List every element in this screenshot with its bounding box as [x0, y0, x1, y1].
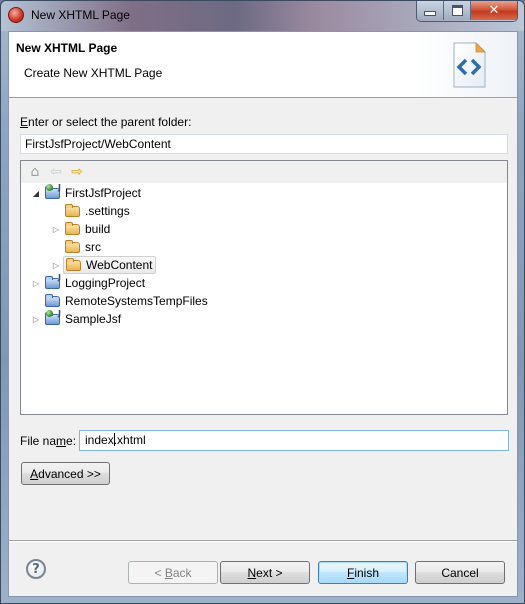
tree-item-label: SampleJsf [65, 312, 122, 326]
web-project-icon: J [45, 183, 61, 200]
close-icon: ✕ [488, 3, 500, 18]
wizard-description: Create New XHTML Page [24, 66, 163, 80]
next-button[interactable]: Next > [220, 561, 310, 584]
title-bar[interactable]: New XHTML Page ✕ [1, 1, 524, 31]
close-button[interactable]: ✕ [471, 1, 517, 20]
tree-item-src[interactable]: src [51, 238, 101, 256]
collapsed-twisty-icon[interactable]: ▷ [31, 279, 41, 288]
back-button[interactable]: < Back [128, 561, 218, 584]
minimize-button[interactable] [417, 1, 444, 20]
selected-item-highlight: WebContent [63, 256, 156, 274]
tree-item-label: WebContent [86, 258, 153, 272]
wizard-title: New XHTML Page [16, 41, 118, 55]
cancel-button[interactable]: Cancel [415, 561, 505, 584]
collapsed-twisty-icon[interactable]: ▷ [31, 315, 41, 324]
tree-toolbar: ⌂ ⇦ ⇨ [21, 161, 507, 183]
tree-item-label: build [85, 222, 111, 236]
help-icon[interactable]: ? [26, 559, 46, 579]
forward-arrow-icon[interactable]: ⇨ [69, 164, 85, 180]
web-project-icon: J [45, 309, 61, 326]
wizard-header: New XHTML Page Create New XHTML Page [9, 32, 517, 98]
back-arrow-icon[interactable]: ⇦ [48, 164, 64, 180]
tree-item-label: src [85, 240, 101, 254]
project-folder-icon [45, 294, 61, 308]
maximize-icon [451, 5, 463, 16]
home-icon[interactable]: ⌂ [27, 164, 43, 180]
new-xhtml-page-dialog: New XHTML Page ✕ New XHTML Page Create N… [0, 0, 525, 604]
collapsed-twisty-icon[interactable]: ▷ [51, 261, 61, 270]
folder-icon [65, 240, 81, 254]
folder-icon [65, 222, 81, 236]
xhtml-file-icon [453, 42, 486, 88]
file-name-input[interactable]: index.xhtml [79, 430, 509, 451]
folder-tree[interactable]: ⌂ ⇦ ⇨ ◢ J FirstJsfProject .settings ▷ bu… [20, 160, 508, 415]
maximize-button[interactable] [444, 1, 471, 20]
tree-item-label: RemoteSystemsTempFiles [65, 294, 208, 308]
tree-item-remotesystemstempfiles[interactable]: RemoteSystemsTempFiles [31, 292, 208, 310]
collapsed-twisty-icon[interactable]: ▷ [51, 225, 61, 234]
java-project-icon: J [45, 273, 61, 290]
tree-item-label: FirstJsfProject [65, 186, 142, 200]
tree-item-settings[interactable]: .settings [51, 202, 130, 220]
footer-separator [9, 540, 517, 542]
tree-item-loggingproject[interactable]: ▷ J LoggingProject [31, 273, 146, 292]
tree-item-label: LoggingProject [65, 276, 146, 290]
parent-folder-label: Enter or select the parent folder: [20, 115, 192, 129]
tree-item-build[interactable]: ▷ build [51, 220, 110, 238]
file-name-label: File name: [20, 434, 77, 448]
tree-item-samplejsf[interactable]: ▷ J SampleJsf [31, 309, 122, 328]
parent-folder-input[interactable]: FirstJsfProject/WebContent [20, 134, 508, 154]
finish-button[interactable]: Finish [318, 561, 408, 584]
tree-item-firstjsfproject[interactable]: ◢ J FirstJsfProject [31, 183, 142, 202]
folder-icon [65, 204, 81, 218]
folder-icon [66, 258, 82, 272]
expanded-twisty-icon[interactable]: ◢ [31, 189, 41, 198]
dialog-client-area: New XHTML Page Create New XHTML Page Ent… [8, 31, 518, 597]
tree-item-webcontent[interactable]: ▷ WebContent [51, 256, 156, 274]
minimize-icon [424, 11, 436, 16]
eclipse-app-icon [8, 7, 24, 23]
window-title: New XHTML Page [31, 8, 130, 22]
advanced-button[interactable]: Advanced >> [21, 462, 110, 485]
tree-item-label: .settings [85, 204, 130, 218]
window-controls: ✕ [416, 1, 518, 22]
